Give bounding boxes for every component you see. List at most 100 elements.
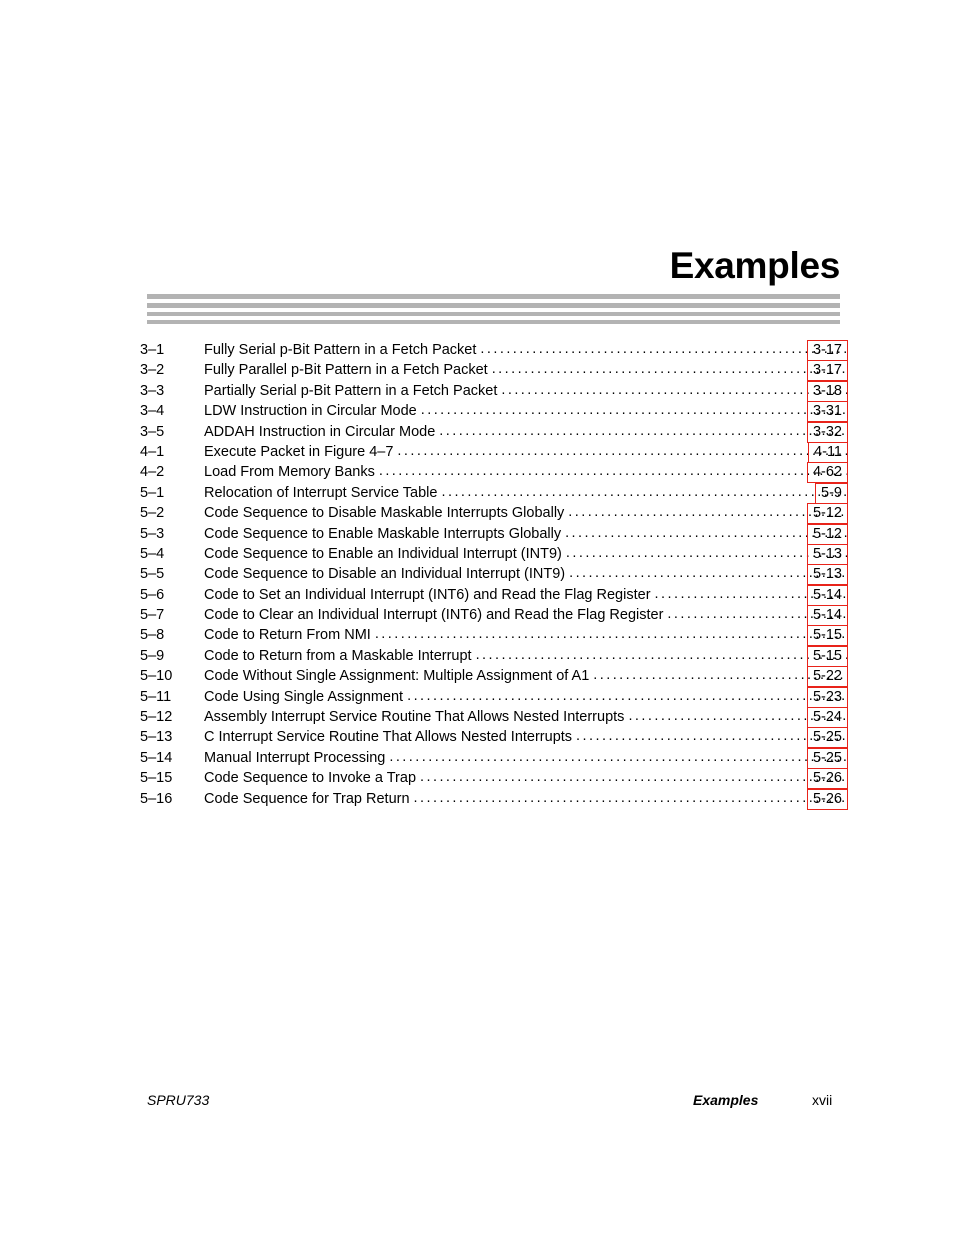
example-page-number[interactable]: 5-22	[806, 666, 848, 688]
page-header: Examples	[147, 246, 840, 324]
example-title-row: Code to Clear an Individual Interrupt (I…	[204, 606, 848, 625]
example-page-number[interactable]: 5-12	[806, 503, 848, 525]
example-entry-row[interactable]: 4–1 Execute Packet in Figure 4–7.........…	[0, 441, 954, 463]
example-title-row: Code Sequence to Enable Maskable Interru…	[204, 525, 848, 544]
example-entry-row[interactable]: 5–3 Code Sequence to Enable Maskable Inte…	[0, 523, 954, 545]
example-title: Partially Serial p-Bit Pattern in a Fetc…	[204, 382, 498, 399]
example-entry-row[interactable]: 5–10 Code Without Single Assignment: Mult…	[0, 666, 954, 688]
dot-leader: ........................................…	[439, 422, 848, 439]
example-title: ADDAH Instruction in Circular Mode	[204, 423, 436, 440]
example-entry-row[interactable]: 5–16 Code Sequence for Trap Return.......…	[0, 788, 954, 810]
document-page: Examples 3–1 Fully Serial p-Bit Pattern i…	[0, 0, 954, 1235]
example-page-number[interactable]: 3-32	[806, 421, 848, 443]
page-title: Examples	[669, 245, 841, 286]
example-page-number[interactable]: 4-11	[808, 441, 848, 463]
example-entry-row[interactable]: 5–13 C Interrupt Service Routine That All…	[0, 727, 954, 749]
dot-leader: ........................................…	[565, 524, 848, 541]
example-title: Code to Return from a Maskable Interrupt	[204, 647, 472, 664]
example-title-row: Fully Parallel p-Bit Pattern in a Fetch …	[204, 361, 848, 380]
example-title: Code to Set an Individual Interrupt (INT…	[204, 586, 651, 603]
example-page-number[interactable]: 5-15	[806, 625, 848, 647]
example-number: 5–12	[140, 709, 173, 726]
footer-document-number: SPRU733	[147, 1092, 210, 1108]
dot-leader: ........................................…	[389, 748, 848, 765]
example-title: Execute Packet in Figure 4–7	[204, 443, 394, 460]
example-page-number[interactable]: 3-18	[806, 380, 848, 402]
example-title-row: Assembly Interrupt Service Routine That …	[204, 708, 848, 727]
examples-list: 3–1 Fully Serial p-Bit Pattern in a Fetch…	[0, 340, 954, 810]
example-entry-row[interactable]: 3–5 ADDAH Instruction in Circular Mode...…	[0, 421, 954, 443]
dot-leader: ........................................…	[407, 687, 848, 704]
example-number: 3–4	[140, 403, 165, 420]
dot-leader: ........................................…	[475, 646, 848, 663]
example-entry-row[interactable]: 3–3 Partially Serial p-Bit Pattern in a F…	[0, 380, 954, 402]
example-title: Fully Parallel p-Bit Pattern in a Fetch …	[204, 362, 488, 379]
example-title-row: Load From Memory Banks..................…	[204, 463, 848, 482]
example-title-row: Code to Set an Individual Interrupt (INT…	[204, 586, 848, 605]
example-page-number[interactable]: 5-23	[806, 686, 848, 708]
example-page-number[interactable]: 5-14	[806, 605, 848, 627]
example-title: Code Without Single Assignment: Multiple…	[204, 668, 590, 685]
example-page-number[interactable]: 5-24	[806, 707, 848, 729]
example-entry-row[interactable]: 5–2 Code Sequence to Disable Maskable Int…	[0, 503, 954, 525]
example-number: 4–2	[140, 464, 165, 481]
example-title-row: Fully Serial p-Bit Pattern in a Fetch Pa…	[204, 341, 848, 360]
example-page-number[interactable]: 5-26	[806, 768, 848, 790]
dot-leader: ........................................…	[374, 626, 848, 643]
example-entry-row[interactable]: 5–9 Code to Return from a Maskable Interr…	[0, 645, 954, 667]
example-title-row: Code Sequence to Invoke a Trap..........…	[204, 769, 848, 788]
footer-section-name: Examples	[693, 1092, 759, 1108]
example-entry-row[interactable]: 3–2 Fully Parallel p-Bit Pattern in a Fet…	[0, 360, 954, 382]
example-entry-row[interactable]: 5–6 Code to Set an Individual Interrupt (…	[0, 584, 954, 606]
example-entry-row[interactable]: 5–4 Code Sequence to Enable an Individual…	[0, 543, 954, 565]
example-number: 5–11	[140, 688, 172, 705]
example-page-number[interactable]: 5-14	[806, 584, 848, 606]
example-entry-row[interactable]: 5–8 Code to Return From NMI..............…	[0, 625, 954, 647]
example-entry-row[interactable]: 3–1 Fully Serial p-Bit Pattern in a Fetch…	[0, 340, 954, 361]
dot-leader: ........................................…	[378, 463, 848, 480]
example-entry-row[interactable]: 5–1 Relocation of Interrupt Service Table…	[0, 482, 954, 504]
example-page-number[interactable]: 3-17	[806, 340, 848, 361]
example-entry-row[interactable]: 5–11 Code Using Single Assignment........…	[0, 686, 954, 708]
example-page-number[interactable]: 3-31	[806, 401, 848, 423]
example-number: 5–1	[140, 484, 165, 501]
dot-leader: ........................................…	[420, 402, 848, 419]
example-page-number[interactable]: 5-25	[806, 727, 848, 749]
example-entry-row[interactable]: 5–5 Code Sequence to Disable an Individua…	[0, 564, 954, 586]
example-page-number[interactable]: 5-13	[806, 564, 848, 586]
dot-leader: ........................................…	[565, 544, 848, 561]
example-title-row: Partially Serial p-Bit Pattern in a Fetc…	[204, 382, 848, 401]
example-page-number[interactable]: 3-17	[806, 360, 848, 382]
example-page-number[interactable]: 5-9	[815, 482, 848, 504]
example-number: 5–4	[140, 545, 165, 562]
example-title: Code Sequence to Disable an Individual I…	[204, 566, 566, 583]
example-page-number[interactable]: 5-13	[806, 543, 848, 565]
example-title: Code Sequence to Enable an Individual In…	[204, 545, 562, 562]
example-page-number[interactable]: 5-25	[806, 747, 848, 769]
example-number: 5–2	[140, 505, 165, 522]
example-number: 5–8	[140, 627, 165, 644]
example-title: Code Sequence to Invoke a Trap	[204, 770, 417, 787]
example-page-number[interactable]: 5-12	[806, 523, 848, 545]
example-number: 3–5	[140, 423, 165, 440]
example-title: Fully Serial p-Bit Pattern in a Fetch Pa…	[204, 342, 477, 358]
example-entry-row[interactable]: 3–4 LDW Instruction in Circular Mode.....…	[0, 401, 954, 423]
header-rule-1	[147, 294, 840, 299]
example-entry-row[interactable]: 5–14 Manual Interrupt Processing.........…	[0, 747, 954, 769]
example-title: Code to Clear an Individual Interrupt (I…	[204, 607, 664, 624]
example-number: 5–14	[140, 749, 173, 766]
example-title: LDW Instruction in Circular Mode	[204, 403, 417, 420]
example-number: 5–16	[140, 790, 173, 807]
example-entry-row[interactable]: 5–7 Code to Clear an Individual Interrupt…	[0, 605, 954, 627]
example-entry-row[interactable]: 5–12 Assembly Interrupt Service Routine T…	[0, 707, 954, 729]
example-entry-row[interactable]: 5–15 Code Sequence to Invoke a Trap......…	[0, 768, 954, 790]
example-title-row: Code Sequence to Enable an Individual In…	[204, 545, 848, 564]
example-number: 5–5	[140, 566, 165, 583]
example-number: 4–1	[140, 443, 165, 460]
example-number: 5–10	[140, 668, 173, 685]
example-entry-row[interactable]: 4–2 Load From Memory Banks...............…	[0, 462, 954, 484]
example-page-number[interactable]: 5-26	[806, 788, 848, 810]
example-page-number[interactable]: 4-62	[806, 462, 848, 484]
example-page-number[interactable]: 5-15	[806, 645, 848, 667]
example-title-row: Code to Return from a Maskable Interrupt…	[204, 647, 848, 666]
